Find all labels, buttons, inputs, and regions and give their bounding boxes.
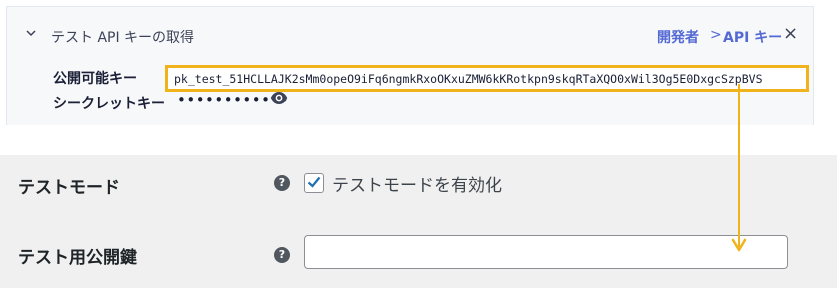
api-keys-panel: テスト API キーの取得 開発者 > API キー × 公開可能キー pk_t… bbox=[6, 6, 814, 125]
chevron-down-icon[interactable] bbox=[25, 27, 37, 39]
test-mode-checkbox-label[interactable]: テストモードを有効化 bbox=[332, 171, 502, 196]
publishable-key-value[interactable]: pk_test_51HCLLAJK2sMm0opeO9iFq6ngmkRxoOK… bbox=[174, 72, 763, 86]
api-keys-title: テスト API キーの取得 bbox=[51, 30, 195, 46]
settings-section: テストモード ? テストモードを有効化 テスト用公開鍵 ? bbox=[0, 155, 837, 288]
publishable-key-box[interactable]: pk_test_51HCLLAJK2sMm0opeO9iFq6ngmkRxoOK… bbox=[165, 65, 809, 92]
breadcrumb-api-keys-link[interactable]: API キー bbox=[723, 27, 782, 47]
breadcrumb-separator: > bbox=[710, 27, 722, 43]
eye-icon[interactable] bbox=[270, 89, 288, 107]
checkmark-icon bbox=[307, 176, 321, 188]
help-icon[interactable]: ? bbox=[274, 247, 290, 263]
help-icon[interactable]: ? bbox=[274, 175, 290, 191]
secret-key-label: シークレットキー bbox=[53, 96, 165, 112]
test-publishable-key-label: テスト用公開鍵 bbox=[18, 248, 137, 268]
test-publishable-key-input[interactable] bbox=[304, 235, 788, 269]
test-mode-label: テストモード bbox=[18, 178, 120, 198]
close-icon[interactable]: × bbox=[783, 23, 798, 44]
breadcrumb-developers-link[interactable]: 開発者 bbox=[657, 27, 699, 47]
api-keys-header: テスト API キーの取得 開発者 > API キー × bbox=[7, 7, 813, 59]
test-mode-checkbox[interactable] bbox=[304, 173, 324, 193]
publishable-key-label: 公開可能キー bbox=[53, 71, 137, 87]
